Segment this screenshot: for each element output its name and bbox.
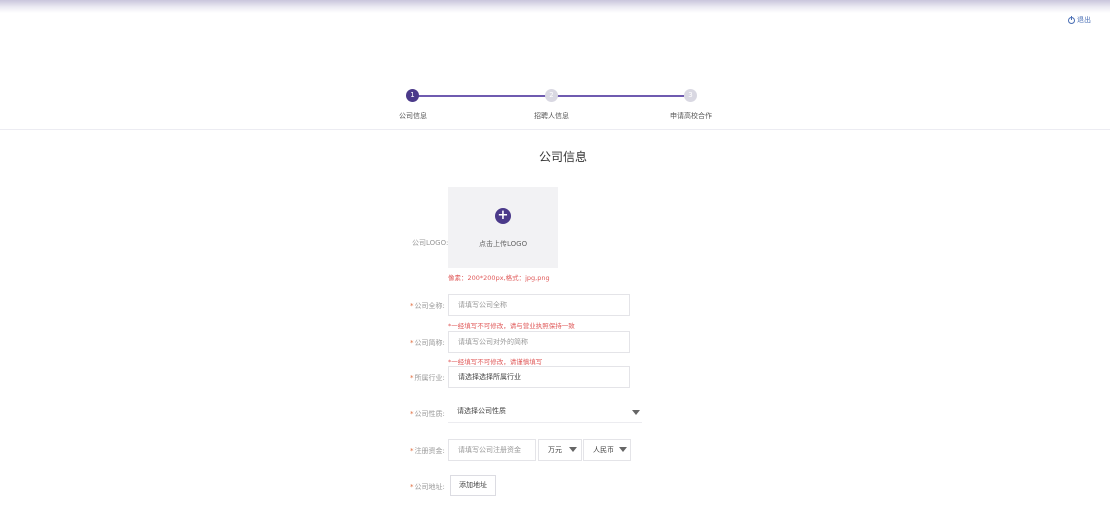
step-3-label: 申请高校合作	[670, 112, 712, 120]
step-connector-1	[413, 95, 547, 97]
full-name-input[interactable]: 请填写公司全称	[448, 294, 630, 316]
upload-logo-text: 点击上传LOGO	[479, 240, 528, 248]
chevron-down-icon[interactable]	[569, 447, 577, 452]
power-icon	[1068, 15, 1075, 24]
step-1-label: 公司信息	[399, 112, 427, 120]
address-label: *公司地址:	[410, 483, 445, 491]
short-name-input[interactable]: 请填写公司对外的简称	[448, 331, 630, 353]
logo-upload-area[interactable]	[448, 187, 558, 268]
page-title: 公司信息	[539, 150, 588, 164]
top-bar	[0, 0, 1110, 13]
logout-button[interactable]: 退出	[1068, 15, 1091, 25]
step-connector-2	[554, 95, 684, 97]
nature-select[interactable]: 请选择公司性质	[448, 401, 642, 423]
step-3-circle: 3	[684, 89, 697, 102]
logout-label: 退出	[1077, 16, 1091, 24]
industry-select[interactable]: 请选择选择所属行业	[448, 366, 630, 388]
step-2-label: 招聘人信息	[534, 112, 569, 120]
logo-hint: 像素：200*200px,格式：jpg,png	[448, 274, 550, 282]
add-address-button[interactable]: 添加地址	[450, 475, 496, 496]
plus-icon[interactable]: +	[495, 208, 511, 224]
logo-label: 公司LOGO:	[412, 239, 449, 247]
capital-label: *注册资金:	[410, 447, 445, 455]
nature-label: *公司性质:	[410, 410, 445, 418]
currency-value: 人民币	[593, 446, 614, 454]
step-1-circle: 1	[406, 89, 419, 102]
chevron-down-icon[interactable]	[632, 410, 640, 415]
step-2-circle: 2	[545, 89, 558, 102]
short-name-hint: *一经填写不可修改，请谨慎填写	[448, 358, 543, 366]
chevron-down-icon[interactable]	[619, 447, 627, 452]
divider	[0, 129, 1110, 130]
short-name-label: *公司简称:	[410, 339, 445, 347]
full-name-label: *公司全称:	[410, 302, 445, 310]
industry-label: *所属行业:	[410, 374, 445, 382]
capital-input[interactable]: 请填写公司注册资金	[448, 439, 536, 461]
full-name-hint: *一经填写不可修改，请与营业执照保持一致	[448, 322, 575, 330]
nature-select-value: 请选择公司性质	[457, 407, 506, 415]
capital-unit-value: 万元	[548, 446, 562, 454]
